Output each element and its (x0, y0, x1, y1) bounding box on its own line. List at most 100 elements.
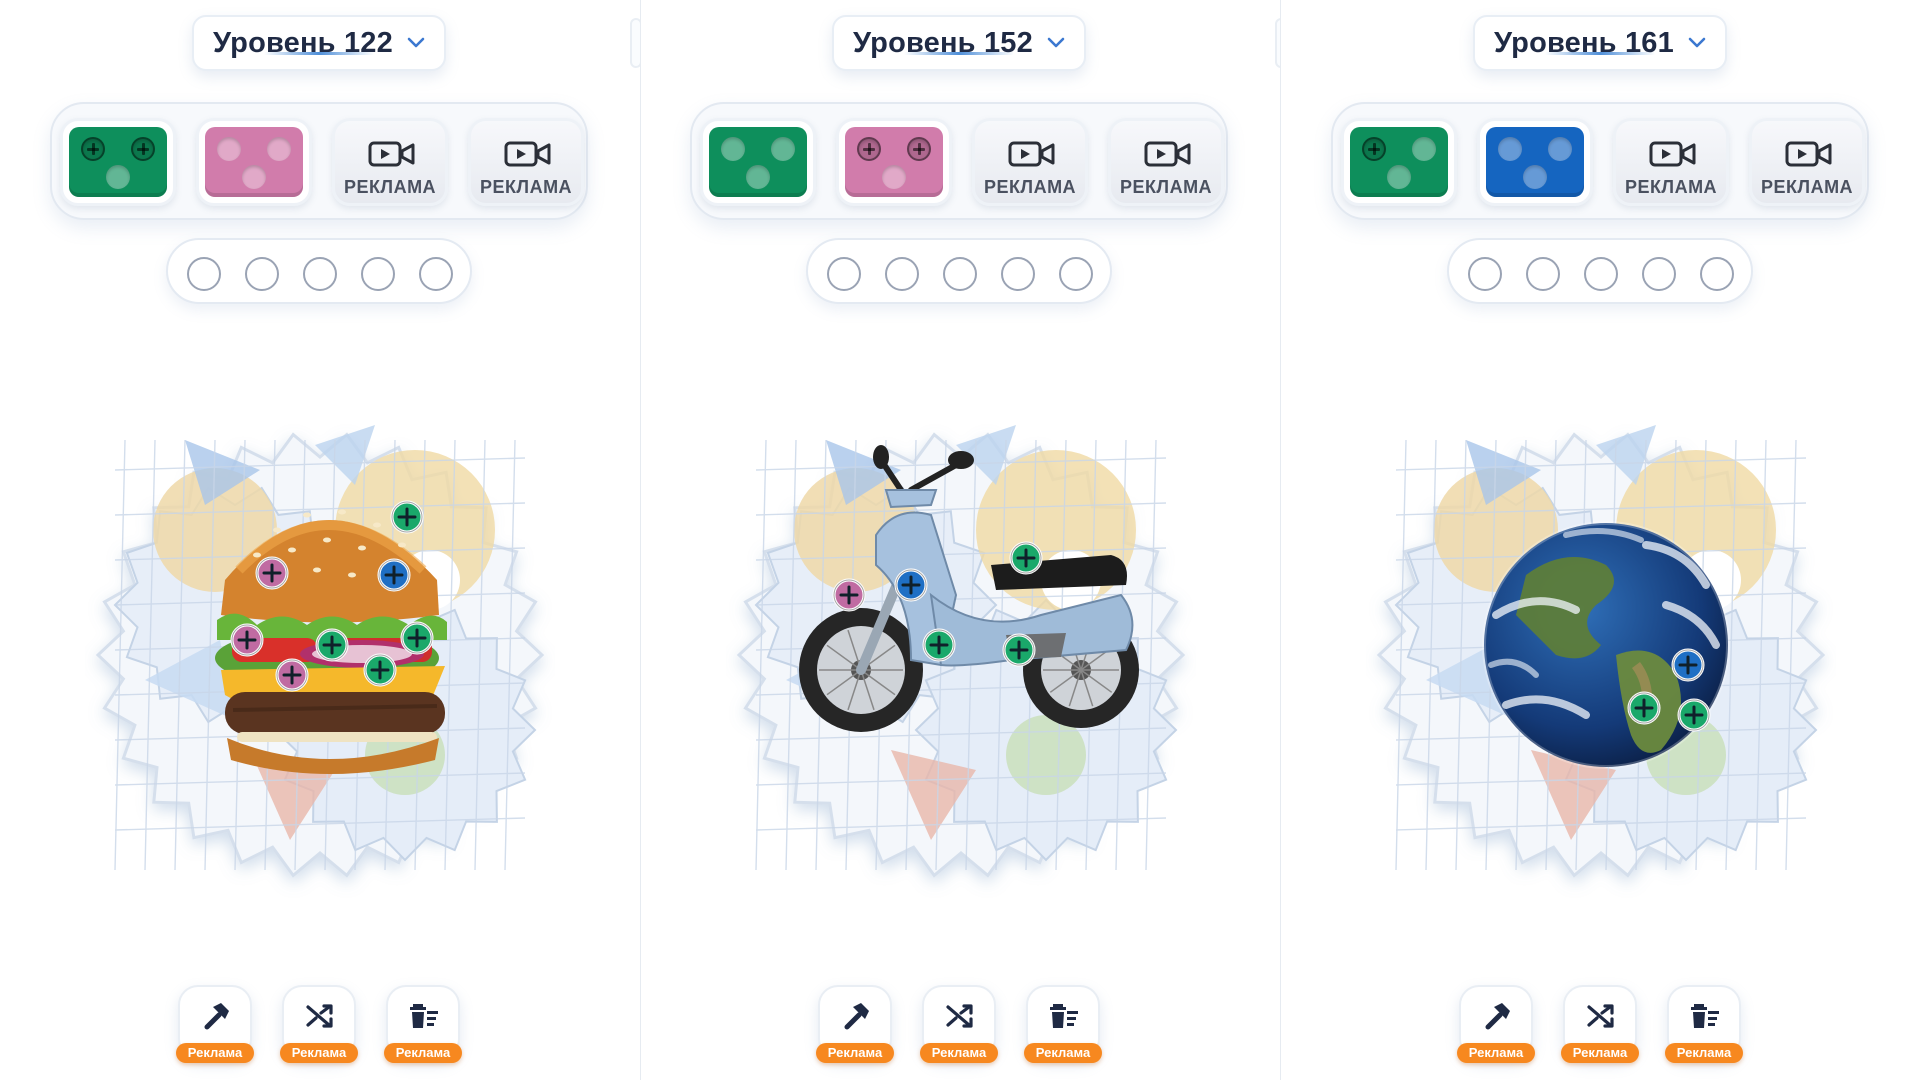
screw[interactable] (1671, 648, 1705, 682)
piece-pool: РЕКЛАМА РЕКЛАМА (690, 102, 1228, 220)
answer-slot[interactable] (1700, 257, 1734, 291)
level-selector[interactable]: Уровень 152 (832, 15, 1086, 71)
next-panel-edge (630, 18, 640, 68)
screw-hole (1387, 165, 1411, 189)
video-camera-icon (1144, 141, 1191, 167)
level-selector[interactable]: Уровень 161 (1473, 15, 1727, 71)
level-underline (1545, 52, 1655, 55)
piece-slot-2[interactable] (836, 118, 952, 206)
screw-hole-plus (1362, 137, 1386, 161)
trash-tool-button[interactable]: Реклама (384, 985, 462, 1063)
answer-slot[interactable] (885, 257, 919, 291)
shuffle-icon (306, 1004, 333, 1028)
shuffle-tool-button[interactable]: Реклама (920, 985, 998, 1063)
answer-slot[interactable] (1642, 257, 1676, 291)
hammer-tool-button[interactable]: Реклама (1457, 985, 1535, 1063)
screw[interactable] (1627, 691, 1661, 725)
screw[interactable] (390, 500, 424, 534)
trash-icon (1050, 1004, 1078, 1028)
piece-slot-2[interactable] (196, 118, 312, 206)
chevron-down-icon (1688, 37, 1706, 48)
screw-hole-plus (131, 137, 155, 161)
burger-puzzle-art (95, 425, 545, 878)
trash-tool-button[interactable]: Реклама (1665, 985, 1743, 1063)
answer-slot[interactable] (1059, 257, 1093, 291)
screw[interactable] (1009, 541, 1043, 575)
puzzle-piece[interactable] (1486, 127, 1584, 197)
screw[interactable] (230, 623, 264, 657)
chevron-down-icon (407, 37, 425, 48)
answer-slot[interactable] (943, 257, 977, 291)
answer-slot[interactable] (827, 257, 861, 291)
answer-slot[interactable] (1584, 257, 1618, 291)
answer-slot[interactable] (245, 257, 279, 291)
puzzle-piece[interactable] (709, 127, 807, 197)
screw-hole (882, 165, 906, 189)
answer-slot[interactable] (361, 257, 395, 291)
video-camera-icon (504, 141, 551, 167)
ad-badge: Реклама (1665, 1043, 1743, 1063)
answer-slot[interactable] (419, 257, 453, 291)
screw[interactable] (922, 628, 956, 662)
ad-slot-2[interactable]: РЕКЛАМА (1749, 118, 1865, 206)
puzzle-board[interactable] (1366, 410, 1836, 900)
answer-slot[interactable] (1526, 257, 1560, 291)
screw-hole (242, 165, 266, 189)
answer-slots (1447, 238, 1753, 304)
puzzle-board[interactable] (85, 410, 555, 900)
screw[interactable] (275, 658, 309, 692)
screw[interactable] (255, 556, 289, 590)
puzzle-piece[interactable] (845, 127, 943, 197)
answer-slot[interactable] (303, 257, 337, 291)
hammer-tool-button[interactable]: Реклама (176, 985, 254, 1063)
scooter-puzzle-art (736, 425, 1186, 878)
ad-slot-1[interactable]: РЕКЛАМА (1613, 118, 1729, 206)
screw-hole (746, 165, 770, 189)
ad-slot-1[interactable]: РЕКЛАМА (972, 118, 1088, 206)
answer-slot[interactable] (187, 257, 221, 291)
screw-hole (1523, 165, 1547, 189)
level-panel-3: Уровень 161 РЕКЛАМА РЕКЛАМА Реклама Рекл… (1281, 0, 1920, 1080)
ad-label: РЕКЛАМА (1119, 177, 1213, 197)
ad-slot-1[interactable]: РЕКЛАМА (332, 118, 448, 206)
ad-slot-2[interactable]: РЕКЛАМА (468, 118, 584, 206)
piece-slot-1[interactable] (60, 118, 176, 206)
piece-slot-2[interactable] (1477, 118, 1593, 206)
ad-badge: Реклама (1024, 1043, 1102, 1063)
screw[interactable] (832, 578, 866, 612)
piece-slot-1[interactable] (1341, 118, 1457, 206)
screw-hole (267, 137, 291, 161)
shuffle-tool-button[interactable]: Реклама (280, 985, 358, 1063)
screw[interactable] (1677, 698, 1711, 732)
puzzle-board[interactable] (726, 410, 1196, 900)
level-selector[interactable]: Уровень 122 (192, 15, 446, 71)
ad-label: РЕКЛАМА (983, 177, 1077, 197)
shuffle-icon (1587, 1004, 1614, 1028)
screw-hole (721, 137, 745, 161)
screw[interactable] (400, 621, 434, 655)
screw-hole (1548, 137, 1572, 161)
ad-badge: Реклама (280, 1043, 358, 1063)
screw[interactable] (894, 568, 928, 602)
screw[interactable] (377, 558, 411, 592)
answer-slots (166, 238, 472, 304)
screw[interactable] (1002, 633, 1036, 667)
ad-badge: Реклама (1457, 1043, 1535, 1063)
screw[interactable] (363, 653, 397, 687)
puzzle-piece[interactable] (1350, 127, 1448, 197)
ad-slot-2[interactable]: РЕКЛАМА (1108, 118, 1224, 206)
ad-label: РЕКЛАМА (1624, 177, 1718, 197)
hammer-tool-button[interactable]: Реклама (816, 985, 894, 1063)
shuffle-tool-button[interactable]: Реклама (1561, 985, 1639, 1063)
ad-badge: Реклама (816, 1043, 894, 1063)
puzzle-piece[interactable] (69, 127, 167, 197)
piece-pool: РЕКЛАМА РЕКЛАМА (1331, 102, 1869, 220)
hammer-icon (844, 1003, 869, 1030)
trash-tool-button[interactable]: Реклама (1024, 985, 1102, 1063)
screw[interactable] (315, 628, 349, 662)
puzzle-piece[interactable] (205, 127, 303, 197)
answer-slot[interactable] (1001, 257, 1035, 291)
chevron-down-icon (1047, 37, 1065, 48)
answer-slot[interactable] (1468, 257, 1502, 291)
piece-slot-1[interactable] (700, 118, 816, 206)
